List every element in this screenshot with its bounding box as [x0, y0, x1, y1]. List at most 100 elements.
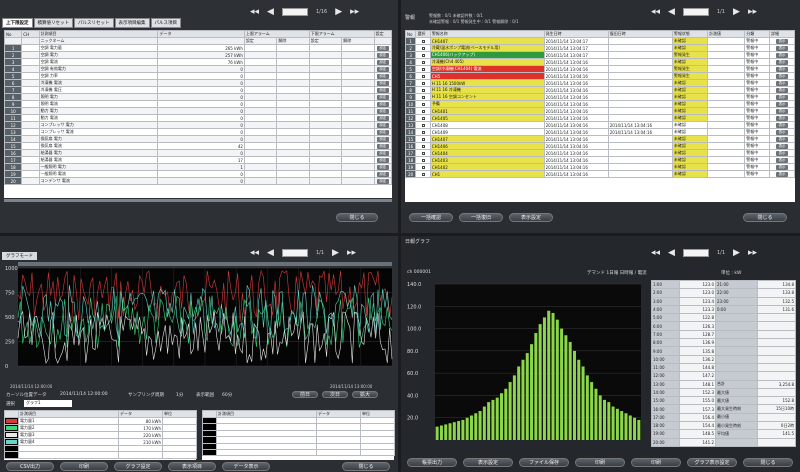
checkbox-icon[interactable] [421, 102, 425, 106]
row-limit-cell[interactable] [308, 156, 343, 164]
row-set-button[interactable]: 設定 [376, 151, 389, 156]
row-detail-button[interactable]: 表示 [776, 67, 789, 72]
row-limit-cell[interactable] [308, 86, 343, 94]
row-select[interactable] [415, 142, 431, 150]
row-limit-cell[interactable] [341, 100, 375, 108]
row-limit-cell[interactable] [341, 93, 375, 101]
table-row[interactable]: 8 H 11 16 冷凍機 2014/11/14 13:04:16 未確認 警報中 表示 [404, 86, 795, 94]
row-limit-cell[interactable] [243, 93, 278, 101]
row-select[interactable] [415, 79, 431, 87]
row-limit-cell[interactable] [276, 65, 310, 73]
table-row[interactable]: 電力量3 220 kWh [4, 431, 197, 439]
table-row[interactable]: 5 空調/冷凍機(CH1404) 電流 2014/11/14 13:04:16 警報発… [404, 65, 795, 73]
display-settings-button[interactable]: 表示設定 [463, 458, 513, 467]
checkbox-icon[interactable] [421, 116, 425, 120]
row-limit-cell[interactable] [276, 163, 310, 171]
row-detail-button[interactable]: 表示 [776, 130, 789, 135]
row-set-button[interactable]: 設定 [376, 123, 389, 128]
row-limit-cell[interactable] [308, 121, 343, 129]
time-scrollbar[interactable] [18, 262, 392, 266]
row-limit-cell[interactable] [276, 51, 310, 59]
row-detail-button[interactable]: 表示 [776, 102, 789, 107]
next-day-button[interactable]: 次日 [322, 391, 348, 398]
close-button[interactable]: 閉じる [743, 458, 793, 467]
checkbox-icon[interactable] [421, 144, 425, 148]
row-limit-cell[interactable] [308, 163, 343, 171]
row-limit-cell[interactable] [341, 114, 375, 122]
row-limit-cell[interactable] [276, 100, 310, 108]
first-page-button[interactable]: ◂◂ [651, 248, 660, 258]
row-limit-cell[interactable] [243, 65, 278, 73]
next-page-button[interactable]: ▶ [733, 7, 740, 17]
row-limit-cell[interactable] [341, 58, 375, 66]
next-page-button[interactable]: ▶ [733, 248, 740, 258]
display-settings-button[interactable]: 表示設定 [509, 213, 553, 222]
row-select[interactable] [415, 51, 431, 59]
row-limit-cell[interactable] [243, 72, 278, 80]
print-button[interactable]: 印刷 [60, 462, 108, 471]
row-detail-button[interactable]: 表示 [776, 116, 789, 121]
table-row[interactable]: 4 冷凍機(Ch4 405) 2014/11/14 13:04:16 未確認 警報中 表示 [404, 58, 795, 66]
table-row[interactable]: 13 CH1408 2014/11/14 13:04:16 2014/11/14 13… [404, 121, 795, 129]
row-limit-cell[interactable] [243, 58, 278, 66]
row-limit-cell[interactable] [243, 135, 278, 143]
row-select[interactable] [415, 170, 431, 178]
table-row[interactable]: 電力量4 210 kWh [4, 438, 197, 446]
row-set-button[interactable]: 設定 [376, 95, 389, 100]
table-row[interactable]: 9 H 11 16 空調コンセント 2014/11/14 13:04:16 未確認 警報… [404, 93, 795, 101]
row-detail-button[interactable]: 表示 [776, 60, 789, 65]
tab-integral-reset[interactable]: 積算値リセット [33, 18, 73, 28]
row-limit-cell[interactable] [308, 58, 343, 66]
prev-page-button[interactable]: ◀ [668, 7, 675, 17]
table-row[interactable]: 6 CH5 2014/11/14 13:04:16 警報発生 警報中 表示 [404, 72, 795, 80]
checkbox-icon[interactable] [421, 53, 425, 57]
row-set-button[interactable]: 設定 [376, 116, 389, 121]
row-detail-button[interactable]: 表示 [776, 39, 789, 44]
table-row[interactable]: 15 CH1407 2014/11/14 13:04:16 未確認 警報中 表示 [404, 135, 795, 143]
first-page-button[interactable]: ◂◂ [250, 7, 259, 17]
checkbox-icon[interactable] [421, 88, 425, 92]
row-limit-cell[interactable] [308, 142, 343, 150]
row-limit-cell[interactable] [308, 107, 343, 115]
row-limit-cell[interactable] [341, 121, 375, 129]
row-limit-cell[interactable] [308, 177, 343, 185]
row-detail-button[interactable]: 表示 [776, 151, 789, 156]
row-detail-button[interactable]: 表示 [776, 144, 789, 149]
row-set-button[interactable]: 設定 [376, 53, 389, 58]
row-set-button[interactable]: 設定 [376, 130, 389, 135]
row-limit-cell[interactable] [341, 44, 375, 52]
row-limit-cell[interactable] [341, 72, 375, 80]
row-limit-cell[interactable] [308, 128, 343, 136]
row-set-button[interactable]: 設定 [376, 109, 389, 114]
row-set-button[interactable]: 設定 [376, 165, 389, 170]
checkbox-icon[interactable] [421, 172, 425, 176]
row-detail-button[interactable]: 表示 [776, 81, 789, 86]
checkbox-icon[interactable] [421, 46, 425, 50]
last-page-button[interactable]: ▸▸ [748, 248, 757, 258]
checkbox-icon[interactable] [421, 109, 425, 113]
graph-mode-tab[interactable]: グラフモード [2, 252, 37, 260]
row-limit-cell[interactable] [243, 107, 278, 115]
row-limit-cell[interactable] [276, 170, 310, 178]
table-row[interactable]: 16 CH1406 2014/11/14 13:04:16 未確認 警報中 表示 [404, 142, 795, 150]
row-set-button[interactable]: 設定 [376, 81, 389, 86]
row-select[interactable] [415, 121, 431, 129]
next-page-button[interactable]: ▶ [332, 248, 339, 258]
row-limit-cell[interactable] [276, 86, 310, 94]
report-output-button[interactable]: 帳票出力 [407, 458, 457, 467]
prev-page-button[interactable]: ◀ [267, 7, 274, 17]
table-row[interactable]: 20 CH1 2014/11/14 13:04:16 未確認 警報中 表示 [404, 170, 795, 178]
row-detail-button[interactable]: 表示 [776, 46, 789, 51]
row-limit-cell[interactable] [276, 135, 310, 143]
row-set-button[interactable]: 設定 [376, 144, 389, 149]
tab-display-edit[interactable]: 表示項目編集 [114, 18, 150, 28]
row-limit-cell[interactable] [308, 170, 343, 178]
row-limit-cell[interactable] [243, 86, 278, 94]
row-limit-cell[interactable] [243, 128, 278, 136]
row-set-button[interactable]: 設定 [376, 158, 389, 163]
row-select[interactable] [415, 114, 431, 122]
page-number-input[interactable] [682, 249, 709, 257]
tab-pulse-reset[interactable]: パルスリセット [74, 18, 114, 28]
row-limit-cell[interactable] [308, 65, 343, 73]
data-display-button[interactable]: データ表示 [222, 462, 270, 471]
